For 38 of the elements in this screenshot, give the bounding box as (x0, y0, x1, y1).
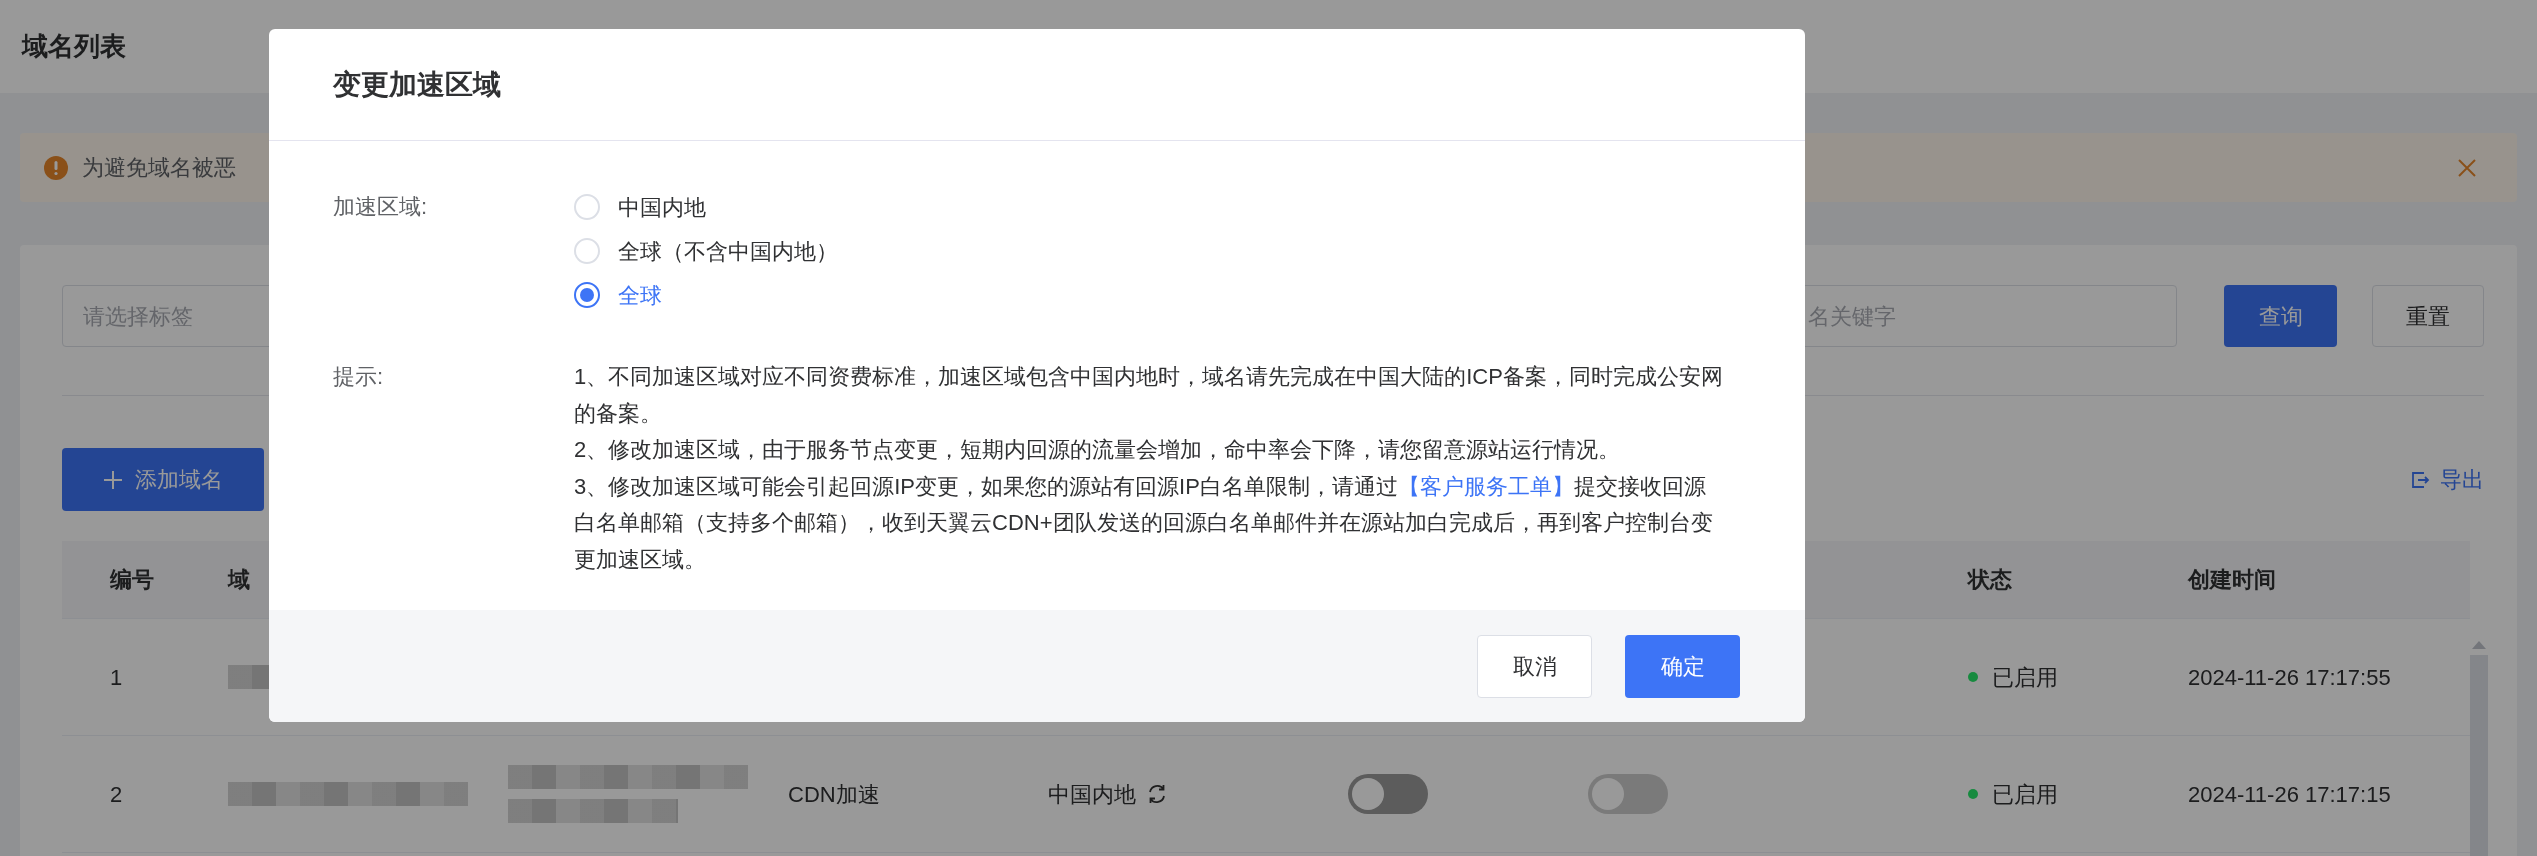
radio-option[interactable]: 全球（不含中国内地） (574, 233, 838, 269)
field-label: 加速区域: (333, 193, 429, 221)
column-header: 编号 (110, 567, 154, 592)
table-cell: CDN加速 (788, 781, 880, 807)
tip-paragraph: 1、不同加速区域对应不同资费标准，加速区域包含中国内地时，域名请先完成在中国大陆的ICP备案，同时完成公安网的备案。 (574, 363, 1724, 428)
radio-button[interactable] (574, 282, 600, 308)
warning-icon (44, 155, 68, 180)
add-domain-button[interactable]: 添加域名 (62, 448, 264, 511)
tip-paragraph: 3、修改加速区域可能会引起回源IP变更，如果您的源站有回源IP白名单限制，请通过【客户服务工单】提交接收回源白名单邮箱（支持多个邮箱），收到天翼云CDN+团队发送的回源白名单邮件并在源站加白完成后，再到客户控制台变更加速区域。 (574, 472, 1714, 574)
reset-button[interactable]: 重置 (2372, 285, 2484, 347)
service-ticket-link[interactable]: 【客户服务工单】 (1397, 473, 1574, 499)
refresh-icon[interactable] (1146, 783, 1168, 805)
search-button[interactable]: 查询 (2224, 285, 2337, 347)
table-cell: 2024-11-26 17:17:55 (2188, 664, 2391, 690)
column-header: 创建时间 (2188, 567, 2276, 592)
cancel-button[interactable]: 取消 (1477, 634, 1592, 698)
tip-paragraph: 2、修改加速区域，由于服务节点变更，短期内回源的流量会增加，命中率会下降，请您留意源站运行情况。 (574, 436, 1622, 464)
confirm-button[interactable]: 确定 (1625, 634, 1740, 698)
alert-text: 为避免域名被恶 (82, 154, 236, 182)
export-icon (2410, 469, 2430, 490)
field-label: 提示: (333, 363, 385, 391)
page-title: 域名列表 (22, 30, 126, 63)
table-cell-text: 中国内地 (1048, 780, 1136, 809)
status-text: 已启用 (1992, 780, 2058, 809)
status-text: 已启用 (1992, 663, 2058, 692)
close-icon[interactable] (2457, 157, 2477, 178)
column-header: 域 (228, 567, 250, 592)
toggle-switch[interactable] (1348, 774, 1428, 814)
radio-option[interactable]: 中国内地 (574, 189, 838, 225)
scroll-up-icon[interactable] (2472, 641, 2486, 649)
column-header: 状态 (1968, 567, 2012, 592)
plus-icon (103, 469, 123, 490)
radio-option[interactable]: 全球 (574, 277, 838, 313)
table-cell: 2 (110, 781, 123, 807)
export-link[interactable]: 导出 (2410, 463, 2484, 496)
table-cell: 1 (110, 664, 123, 690)
table-cell: 2024-11-26 17:17:15 (2188, 781, 2391, 807)
dialog-title: 变更加速区域 (333, 67, 501, 102)
